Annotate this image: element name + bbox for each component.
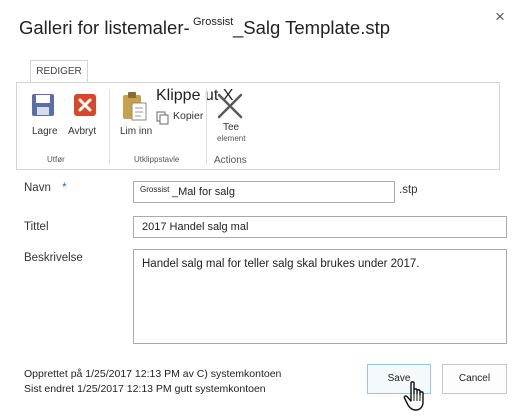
name-field[interactable]: Grossist _Mal for salg (133, 181, 395, 203)
name-field-prefix: Grossist (140, 185, 170, 194)
name-field-value: _Mal for salg (172, 186, 235, 198)
cancel-button[interactable]: Cancel (442, 364, 507, 394)
description-field[interactable]: Handel salg mal for teller salg skal bru… (133, 249, 507, 344)
description-label: Beskrivelse (24, 252, 83, 264)
copy-icon (156, 111, 169, 125)
required-marker: * (62, 182, 67, 194)
created-info: Opprettet på 1/25/2017 12:13 PM av C) sy… (24, 368, 282, 380)
dialog-title: Galleri for listemaler- (19, 17, 190, 38)
title-field[interactable]: 2017 Handel salg mal (133, 216, 507, 238)
paste-ribbon-button[interactable]: Lim inn (117, 91, 157, 141)
ribbon-divider (109, 89, 110, 165)
delete-item-label: Tee (223, 122, 240, 133)
cancel-button-label: Cancel (458, 373, 491, 384)
delete-item-icon (217, 93, 243, 119)
paste-ribbon-label: Lim inn (120, 126, 153, 137)
name-label: Navn * (24, 182, 67, 194)
cancel-ribbon-button[interactable]: Avbryt (67, 93, 103, 141)
group-label-actions: Actions (214, 155, 247, 166)
copy-ribbon-label: Kopier (173, 110, 204, 122)
description-field-value: Handel salg mal for teller salg skal bru… (142, 258, 420, 270)
paste-icon (123, 92, 147, 121)
delete-item-sublabel: element (217, 134, 246, 143)
dialog-title-tag: Grossist (193, 16, 234, 28)
hand-cursor-icon (403, 381, 424, 411)
group-label-utfor: Utfør (47, 155, 65, 164)
dialog-title-suffix: _Salg Template.stp (233, 17, 391, 38)
save-ribbon-label: Lagre (32, 126, 58, 137)
tab-rediger[interactable]: REDIGER (30, 60, 88, 83)
ribbon-divider (206, 89, 207, 165)
ribbon: Lagre Avbryt Utfør Lim inn Klippe ut X K… (16, 82, 500, 170)
cancel-icon (74, 94, 96, 116)
title-label: Tittel (24, 221, 49, 233)
modified-info: Sist endret 1/25/2017 12:13 PM gutt syst… (24, 383, 266, 395)
title-field-value: 2017 Handel salg mal (142, 221, 249, 233)
name-extension: .stp (399, 184, 418, 196)
save-icon (32, 94, 54, 116)
save-ribbon-button[interactable]: Lagre (27, 93, 63, 141)
cancel-ribbon-label: Avbryt (68, 126, 97, 137)
group-label-utklippstavle: Utklippstavle (134, 155, 180, 164)
name-label-text: Navn (24, 182, 51, 194)
delete-item-ribbon-button[interactable]: Tee element (210, 89, 250, 145)
close-icon[interactable]: × (495, 8, 505, 25)
